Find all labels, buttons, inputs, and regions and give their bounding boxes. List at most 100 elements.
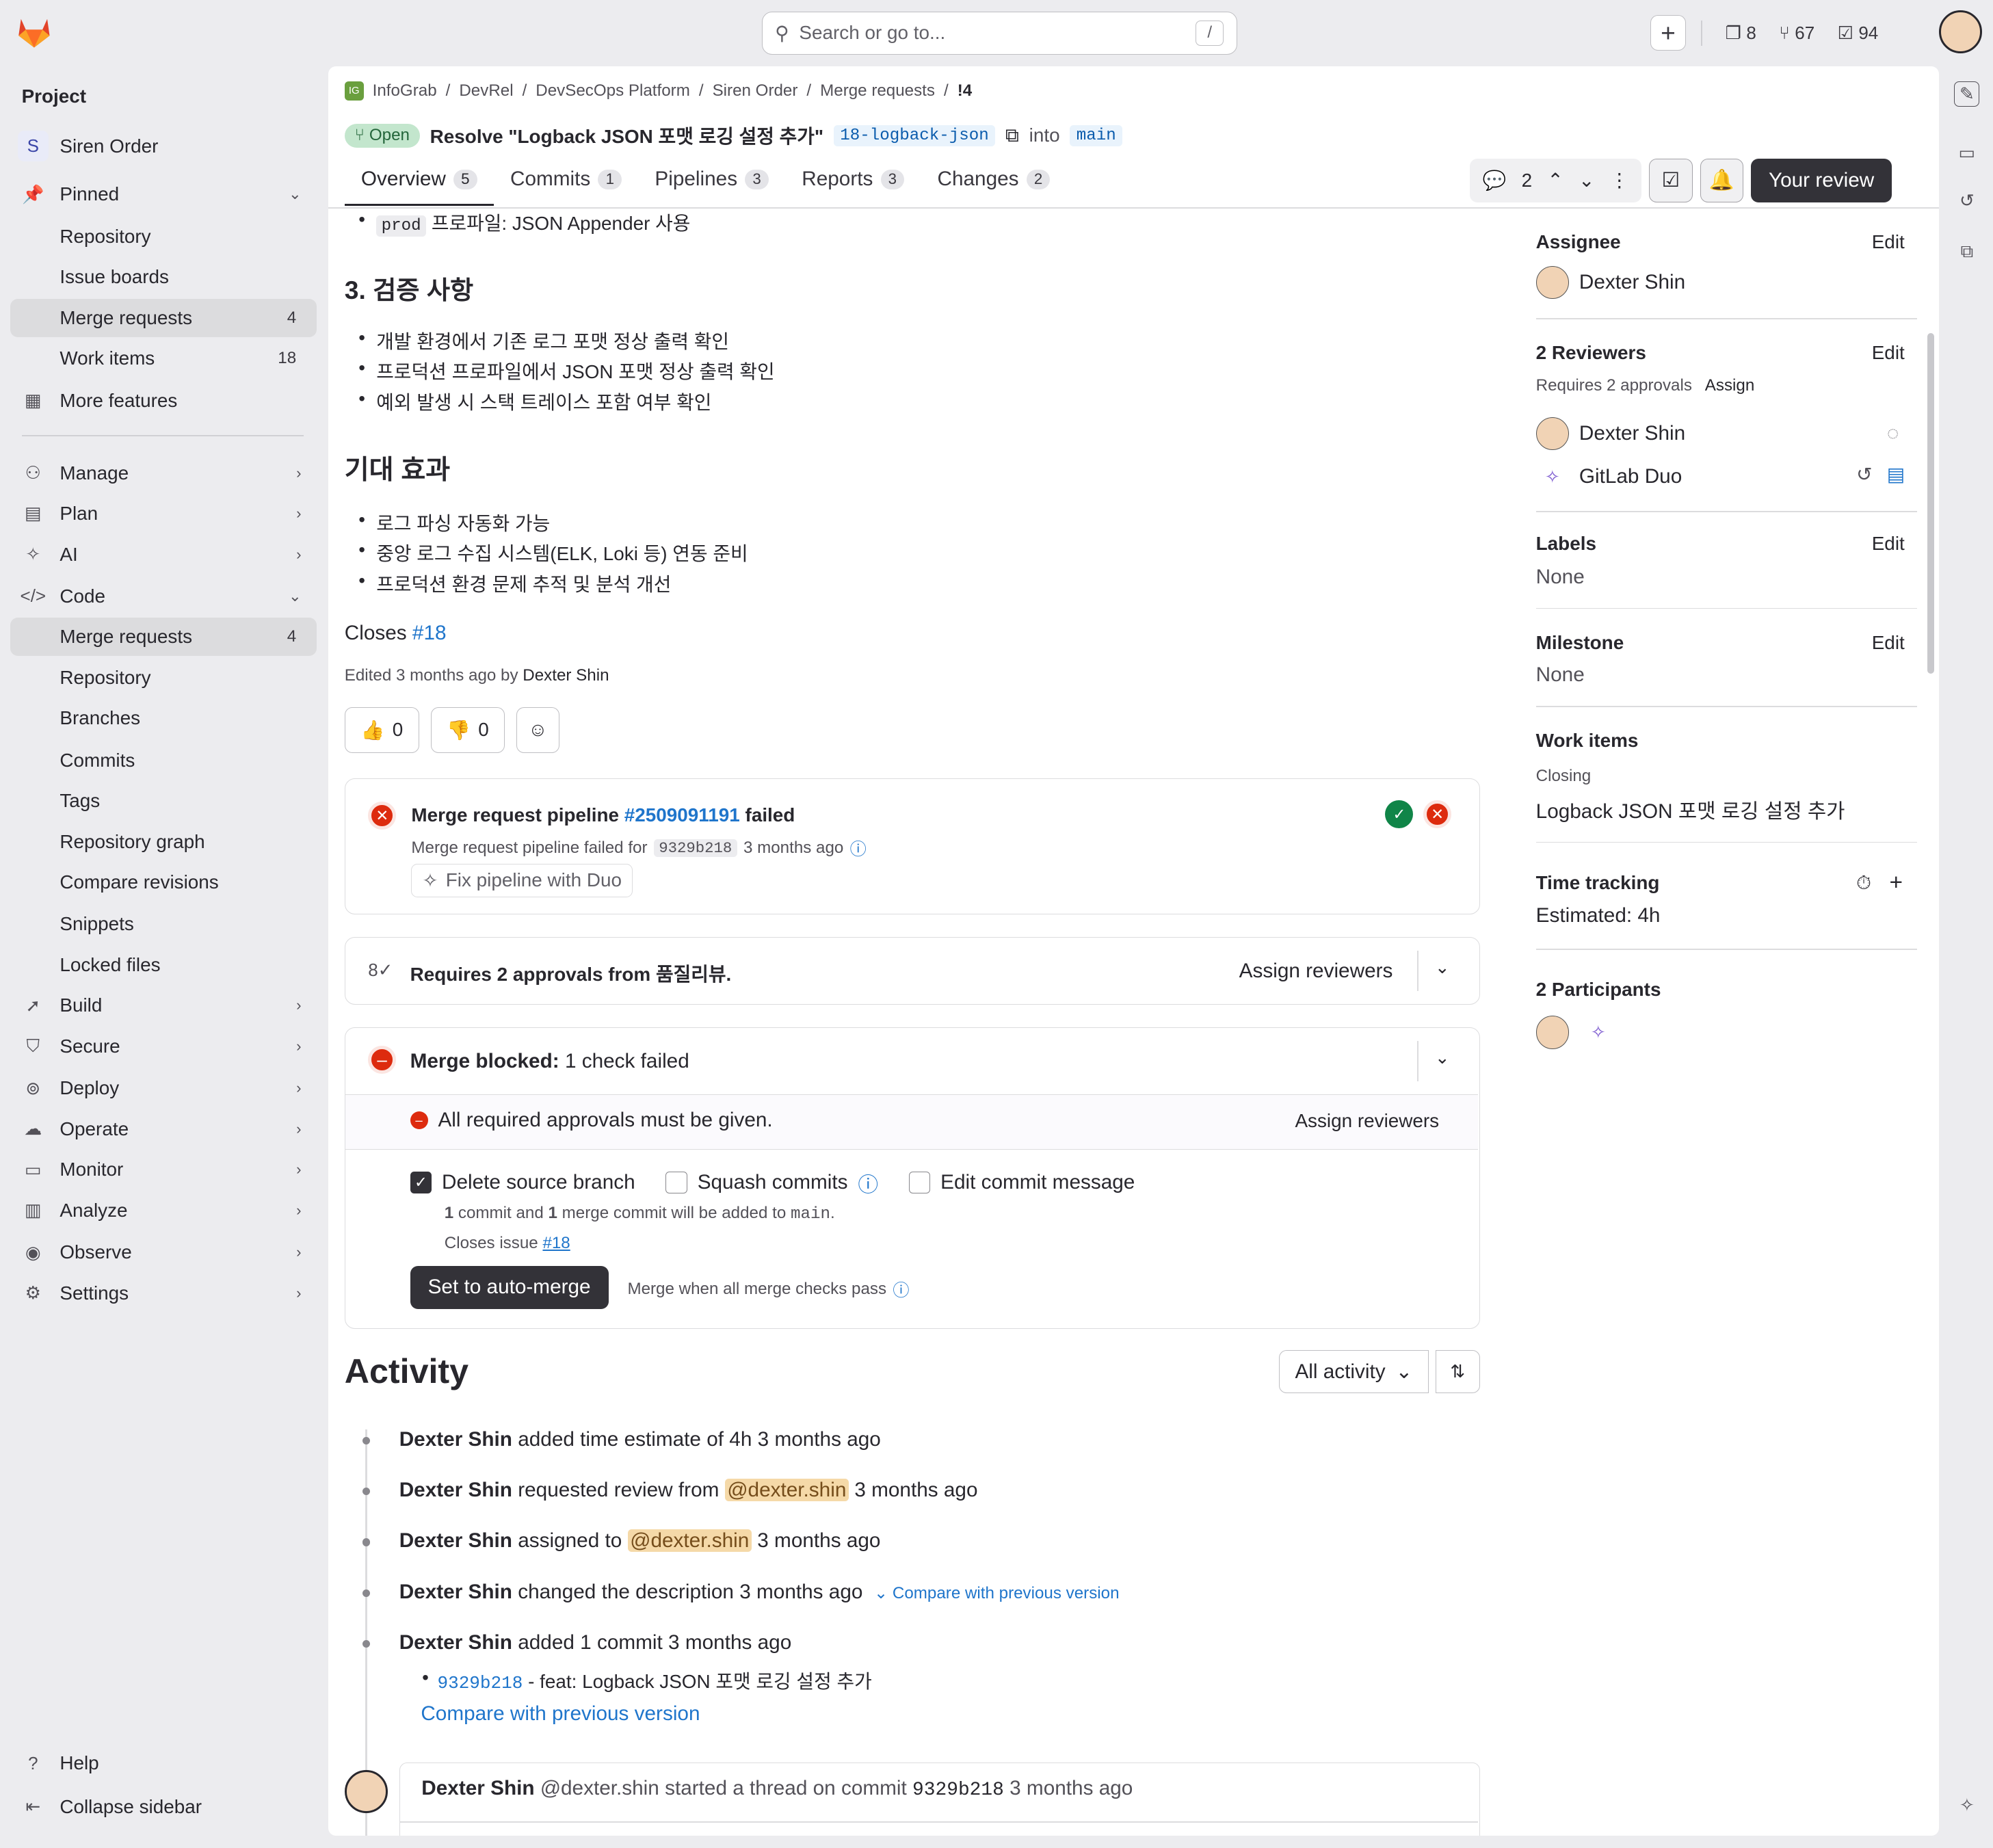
work-item-link[interactable]: Logback JSON 포맷 로깅 설정 추가 (1536, 795, 1845, 824)
delete-source-checkbox[interactable]: ✓ (410, 1172, 432, 1193)
assignee-row[interactable]: Dexter Shin (1535, 265, 1685, 299)
activity-author[interactable]: Dexter Shin (399, 1581, 512, 1603)
chevron-down-icon[interactable]: ⌄ (1435, 957, 1450, 978)
more-actions-icon[interactable]: ⋮ (1610, 169, 1629, 192)
search-input[interactable]: ⚲ Search or go to... / (761, 11, 1237, 55)
create-new-button[interactable]: + (1650, 15, 1687, 51)
edit-commit-checkbox[interactable] (908, 1172, 931, 1193)
activity-author[interactable]: Dexter Shin (399, 1529, 512, 1552)
sidebar-project[interactable]: S Siren Order (10, 127, 317, 166)
edited-by[interactable]: Dexter Shin (523, 666, 609, 685)
copy-icon[interactable]: ⧉ (1005, 124, 1019, 147)
gitlab-logo-icon[interactable] (15, 13, 53, 51)
sidebar-item-commits[interactable]: Commits (10, 741, 317, 780)
compare-versions-link[interactable]: Compare with previous version (421, 1702, 700, 1726)
sidebar-item-code[interactable]: </> Code ⌄ (10, 577, 317, 616)
breadcrumb-item[interactable]: DevSecOps Platform (536, 81, 690, 101)
sort-order-button[interactable]: ⇅ (1435, 1350, 1480, 1394)
thumbs-up-button[interactable]: 👍 0 (344, 707, 420, 753)
tab-overview[interactable]: Overview 5 (344, 163, 494, 206)
sidebar-help[interactable]: ? Help (10, 1745, 317, 1783)
help-icon[interactable]: ⓘ (858, 1168, 878, 1198)
breadcrumb-item[interactable]: !4 (958, 81, 972, 101)
edit-labels-button[interactable]: Edit (1872, 533, 1905, 555)
tab-reports[interactable]: Reports 3 (785, 163, 921, 204)
todos-button[interactable]: ☑ 94 (1830, 13, 1886, 53)
stopwatch-icon[interactable]: ⏱ (1856, 872, 1871, 895)
tab-commits[interactable]: Commits 1 (494, 163, 638, 204)
breadcrumb-item[interactable]: DevRel (459, 81, 513, 101)
user-mention[interactable]: @dexter.shin (724, 1479, 849, 1501)
merge-requests-button[interactable]: ⑂ 67 (1771, 13, 1822, 53)
assign-reviewers-button[interactable]: Assign reviewers (1239, 960, 1393, 983)
thread-author[interactable]: Dexter Shin (421, 1777, 534, 1799)
edit-assignee-button[interactable]: Edit (1872, 231, 1905, 253)
sidebar-item-compare-revisions[interactable]: Compare revisions (10, 863, 317, 901)
notifications-button[interactable]: 🔔 (1700, 159, 1743, 202)
activity-author[interactable]: Dexter Shin (399, 1479, 512, 1501)
sidebar-item-build[interactable]: ➚ Build › (10, 987, 317, 1025)
compare-link[interactable]: ⌄ Compare with previous version (874, 1584, 1120, 1602)
commit-sha-link[interactable]: 9329b218 (437, 1673, 523, 1693)
sidebar-item-manage[interactable]: ⚇ Manage › (10, 454, 317, 492)
chevron-up-icon[interactable]: ⌃ (1547, 169, 1563, 192)
avatar[interactable] (1535, 1016, 1569, 1049)
sidebar-collapse[interactable]: ⇤ Collapse sidebar (10, 1788, 317, 1826)
chevron-down-icon[interactable]: ⌄ (1579, 169, 1594, 192)
activity-author[interactable]: Dexter Shin (399, 1631, 512, 1654)
auto-merge-button[interactable]: Set to auto-merge (410, 1265, 609, 1309)
sidebar-item-branches[interactable]: Branches (10, 699, 317, 737)
reviewer-row[interactable]: Dexter Shin (1535, 417, 1685, 451)
fix-pipeline-button[interactable]: ✧ Fix pipeline with Duo (411, 864, 633, 897)
sidebar-item-plan[interactable]: ▤ Plan › (10, 494, 317, 533)
activity-filter[interactable]: All activity ⌄ (1279, 1350, 1429, 1394)
sidebar-item-observe[interactable]: ◉ Observe › (10, 1233, 317, 1271)
help-icon[interactable]: ⓘ (850, 836, 867, 860)
issue-link[interactable]: #18 (412, 622, 447, 644)
add-time-icon[interactable]: + (1889, 870, 1903, 896)
sidebar-item-code-repository[interactable]: Repository (10, 659, 317, 697)
scrollbar[interactable] (1927, 333, 1934, 674)
sidebar-item-repository-graph[interactable]: Repository graph (10, 823, 317, 861)
user-mention[interactable]: @dexter.shin (627, 1529, 752, 1553)
source-branch[interactable]: 18-logback-json (834, 125, 996, 146)
edit-reviewers-button[interactable]: Edit (1872, 342, 1905, 364)
sidebar-item-snippets[interactable]: Snippets (10, 906, 317, 944)
sidebar-item-deploy[interactable]: ⊚ Deploy › (10, 1069, 317, 1107)
sidebar-item-tags[interactable]: Tags (10, 782, 317, 820)
avatar[interactable] (344, 1769, 388, 1813)
assign-approvers-link[interactable]: Assign (1705, 376, 1755, 395)
squash-checkbox[interactable] (665, 1172, 687, 1193)
breadcrumb-item[interactable]: Merge requests (820, 81, 935, 101)
add-reaction-button[interactable]: ☺ (516, 707, 559, 753)
user-avatar[interactable] (1938, 10, 1983, 54)
help-icon[interactable]: ⓘ (893, 1277, 909, 1301)
breadcrumb-item[interactable]: Siren Order (713, 81, 798, 101)
comment-icon[interactable]: ▤ (1887, 463, 1905, 486)
target-branch[interactable]: main (1070, 125, 1123, 146)
sidebar-item-settings[interactable]: ⚙ Settings › (10, 1274, 317, 1312)
sidebar-item-analyze[interactable]: ▥ Analyze › (10, 1191, 317, 1230)
sidebar-item-more-features[interactable]: ▦ More features (10, 382, 317, 420)
sidebar-item-repository[interactable]: Repository (10, 217, 317, 256)
sidebar-item-issue-boards[interactable]: Issue boards (10, 258, 317, 296)
chevron-down-icon[interactable]: ⌄ (1435, 1047, 1450, 1068)
sidebar-item-operate[interactable]: ☁ Operate › (10, 1110, 317, 1148)
sidebar-item-monitor[interactable]: ▭ Monitor › (10, 1150, 317, 1189)
add-todo-button[interactable]: ☑ (1649, 159, 1693, 202)
stage-failed-icon[interactable]: ✕ (1423, 800, 1452, 829)
pipeline-link[interactable]: #2509091191 (624, 804, 740, 826)
edit-icon[interactable]: ✎ (1954, 81, 1980, 107)
issues-button[interactable]: ❐ 8 (1717, 13, 1764, 53)
breadcrumb-item[interactable]: InfoGrab (373, 81, 437, 101)
edit-milestone-button[interactable]: Edit (1872, 632, 1905, 654)
comment-icon[interactable]: ▭ (1954, 140, 1979, 165)
activity-author[interactable]: Dexter Shin (399, 1428, 512, 1451)
issue-link[interactable]: #18 (542, 1234, 570, 1252)
sidebar-item-merge-requests[interactable]: Merge requests 4 (10, 618, 317, 657)
assign-reviewers-link[interactable]: Assign reviewers (1295, 1110, 1439, 1132)
rerequest-review-icon[interactable]: ↺ (1856, 463, 1872, 486)
reviewer-row[interactable]: ✧ GitLab Duo (1536, 460, 1682, 493)
thumbs-down-button[interactable]: 👎 0 (431, 707, 505, 753)
sidebar-item-ai[interactable]: ✧ AI › (10, 536, 317, 574)
